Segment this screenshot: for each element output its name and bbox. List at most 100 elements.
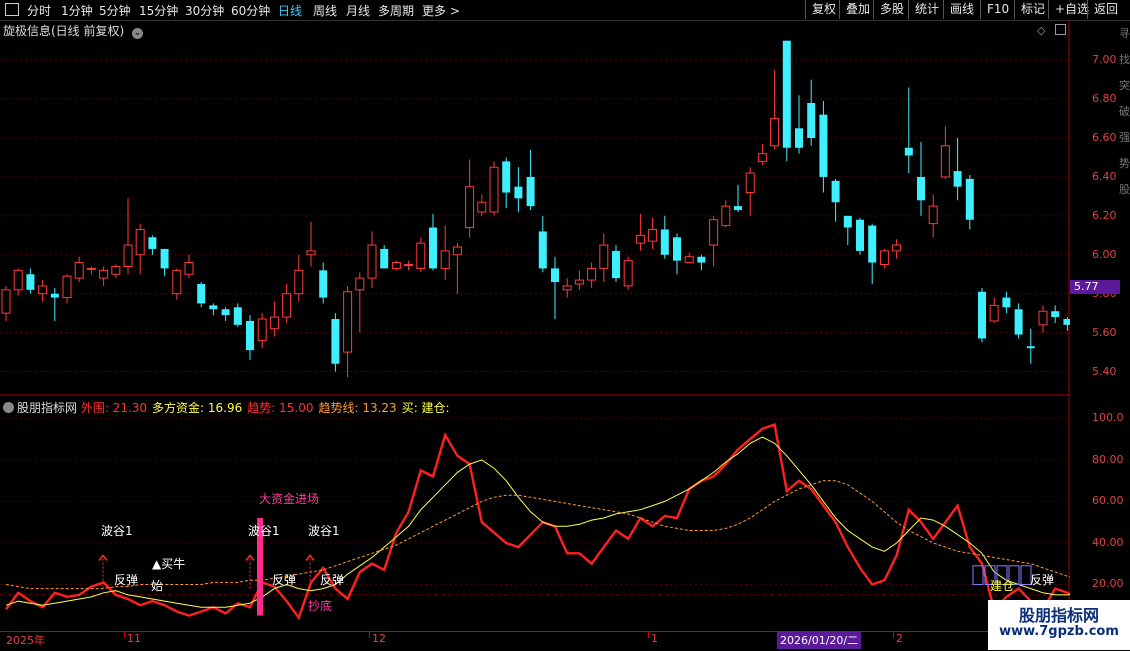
toolbar-button-0[interactable]: 复权 [805, 0, 842, 19]
candlestick-chart [0, 21, 1070, 396]
candle-body-22 [269, 316, 279, 330]
cursor-date-label: 2026/01/20/二 [777, 632, 862, 649]
diamond-icon[interactable]: ◇ [1037, 24, 1045, 37]
candle-body-2 [26, 274, 35, 290]
candle-body-54 [660, 229, 669, 255]
watermark-url: www.7gpzb.com [999, 624, 1119, 639]
last-price-tag: 5.77 [1070, 280, 1120, 294]
candle-body-29 [355, 277, 365, 291]
toolbar-button-4[interactable]: 画线 [943, 0, 980, 19]
candle-body-57 [697, 256, 706, 263]
candle-body-40 [489, 166, 499, 213]
price-tick-0: 7.00 [1092, 53, 1117, 67]
date-label-4: 2 [896, 632, 903, 645]
indicator-title-bar: 股朋指标网 外围: 21.30 多方资金: 16.96 趋势: 15.00 趋势线: … [3, 399, 455, 416]
maoniu-label: ▲买牛 [152, 557, 186, 571]
candle-body-74 [904, 147, 913, 156]
candle-body-41 [502, 161, 511, 193]
period-tab-3[interactable]: 15分钟 [139, 2, 178, 19]
menu-icon[interactable] [5, 3, 19, 16]
indicator-value-0: 外围: 21.30 [80, 401, 148, 415]
candle-body-63 [770, 118, 780, 147]
bogu-label-2: 波谷1 [248, 524, 280, 538]
candle-body-6 [74, 262, 84, 279]
indicator-chart [0, 398, 1070, 630]
period-tab-0[interactable]: 分时 [27, 2, 51, 19]
candle-body-46 [562, 285, 572, 291]
period-tab-7[interactable]: 周线 [313, 2, 337, 19]
toolbar-button-2[interactable]: 多股 [873, 0, 910, 19]
candle-body-72 [879, 250, 889, 266]
series-line-2 [5, 480, 1070, 590]
price-tick-2: 6.60 [1092, 131, 1117, 145]
candle-body-28 [343, 291, 353, 353]
fantan-label-3: 反弹 [320, 573, 345, 587]
fantan-label-1: 反弹 [114, 573, 139, 587]
candle-body-42 [514, 186, 523, 199]
period-tab-8[interactable]: 月线 [346, 2, 370, 19]
candle-body-14 [172, 269, 182, 295]
candle-body-10 [123, 244, 133, 267]
candle-body-9 [111, 265, 121, 275]
indicator-menu-icon[interactable] [3, 402, 14, 413]
candle-body-12 [148, 237, 157, 249]
candle-body-48 [587, 267, 597, 281]
period-tab-9[interactable]: 多周期 [378, 2, 414, 19]
candle-body-79 [965, 178, 974, 220]
chaodi-label: 抄底 [308, 599, 333, 613]
candle-body-20 [246, 320, 254, 351]
toolbar-button-8[interactable]: 返回 [1087, 0, 1124, 19]
candle-body-21 [257, 318, 267, 341]
date-tick-1 [124, 632, 125, 638]
candle-body-52 [635, 234, 645, 244]
price-tick-4: 6.20 [1092, 208, 1117, 222]
candle-body-61 [745, 172, 755, 194]
candle-body-78 [953, 171, 962, 187]
period-tab-1[interactable]: 1分钟 [61, 2, 93, 19]
period-tab-10[interactable]: 更多 > [422, 2, 460, 19]
candle-body-1 [13, 269, 23, 291]
candle-body-18 [221, 309, 230, 316]
date-label-3: 1 [651, 632, 658, 645]
candle-body-19 [233, 307, 242, 325]
date-tick-2 [369, 632, 370, 638]
candle-body-4 [50, 293, 59, 298]
candle-body-47 [574, 279, 584, 285]
fantan-label-4: 反弹 [1030, 573, 1055, 587]
bogu-label-1: 波谷1 [101, 524, 133, 538]
date-axis: 2025年 11 12 1 2 2026/01/20/二 [0, 631, 1130, 651]
toolbar-button-1[interactable]: 叠加 [839, 0, 876, 19]
candle-body-83 [1014, 309, 1023, 335]
date-label-2: 12 [372, 632, 386, 645]
candle-body-32 [391, 262, 401, 269]
candle-body-36 [440, 250, 450, 269]
indicator-name: 股朋指标网 [17, 401, 81, 415]
candle-body-11 [135, 228, 145, 256]
candle-body-69 [843, 215, 852, 228]
watermark: 股朋指标网 www.7gpzb.com [988, 600, 1130, 650]
toolbar-button-3[interactable]: 统计 [908, 0, 945, 19]
candle-body-27 [331, 319, 340, 364]
stock-title: 旋极信息(日线 前复权) [3, 24, 125, 38]
price-tick-1: 6.80 [1092, 92, 1117, 106]
candle-body-82 [1002, 297, 1011, 308]
candle-body-53 [648, 228, 658, 242]
settings-icon[interactable]: ⌄ [132, 28, 144, 39]
period-tab-4[interactable]: 30分钟 [185, 2, 224, 19]
period-tab-6[interactable]: 日线 [278, 2, 302, 19]
candle-body-60 [734, 206, 742, 211]
candle-body-70 [856, 219, 864, 251]
period-toolbar: 分时 1分钟 5分钟 15分钟 30分钟 60分钟 日线 周线 月线 多周期 更多 > 复权 叠加 多股统… [0, 0, 1130, 21]
chart-title-bar: 旋极信息(日线 前复权) ⌄ [3, 22, 144, 39]
period-tab-2[interactable]: 5分钟 [99, 2, 131, 19]
candle-body-8 [99, 269, 109, 279]
candle-body-38 [465, 186, 475, 229]
window-restore-icon[interactable] [1055, 24, 1066, 35]
toolbar-button-6[interactable]: 标记 [1014, 0, 1051, 19]
candle-body-25 [306, 250, 316, 256]
series-line-0 [5, 423, 1070, 621]
jiancang-box-0 [972, 565, 984, 585]
period-tab-5[interactable]: 60分钟 [231, 2, 270, 19]
series-line-1 [5, 436, 1070, 608]
toolbar-button-5[interactable]: F10 [980, 0, 1015, 19]
